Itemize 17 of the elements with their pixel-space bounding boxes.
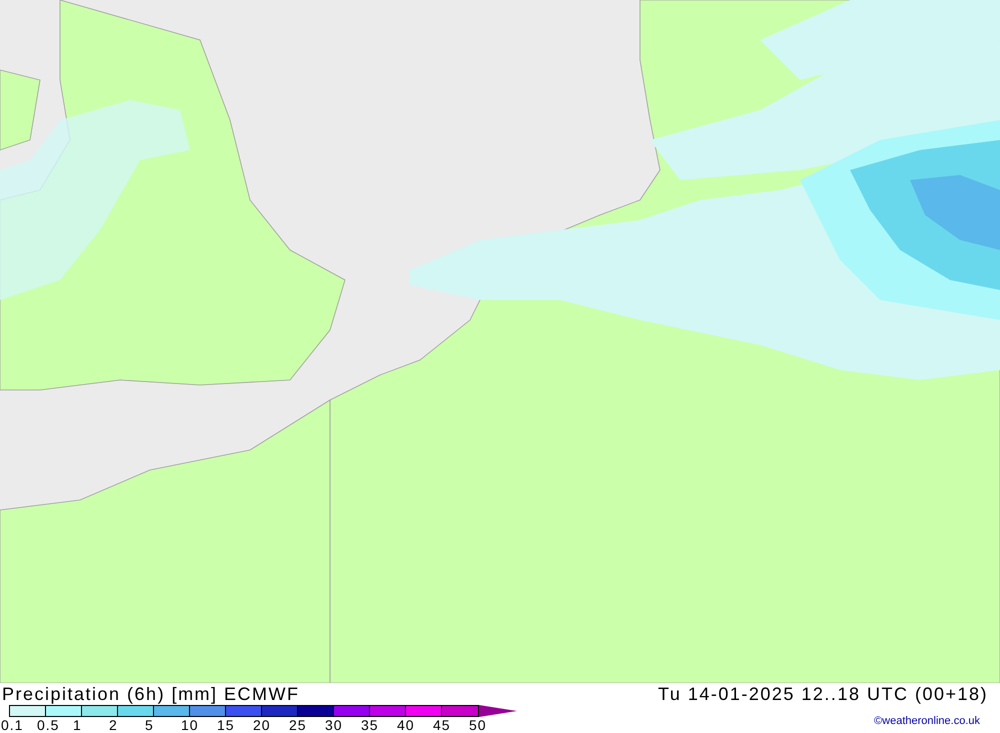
valid-time: Tu 14-01-2025 12..18 UTC (00+18) [658,683,988,705]
credit-text: ©weatheronline.co.uk [874,715,980,728]
map-title: Precipitation (6h) [mm] ECMWF [2,683,300,705]
scale-label: 2 [109,717,119,733]
scale-label: 15 [217,717,236,733]
scale-label: 20 [253,717,272,733]
scale-label: 35 [361,717,380,733]
scale-label: 5 [145,717,155,733]
scale-label: 50 [469,717,488,733]
scale-label: 30 [325,717,344,733]
scale-label: 40 [397,717,416,733]
scale-label: 0.1 [1,717,24,733]
scale-label: 10 [181,717,200,733]
scale-label: 0.5 [37,717,60,733]
scale-label: 45 [433,717,452,733]
scale-label: 1 [73,717,83,733]
scale-label: 25 [289,717,308,733]
